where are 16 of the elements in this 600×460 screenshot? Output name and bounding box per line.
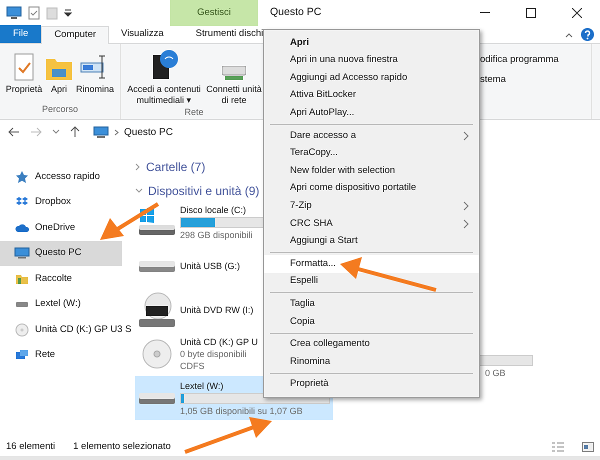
context-tab-title: Gestisci bbox=[170, 0, 258, 26]
drive-name: Disco locale (C:) bbox=[180, 204, 246, 216]
status-selection-count: 1 elemento selezionato bbox=[73, 440, 171, 454]
drive-details: 1,05 GB disponibili su 1,07 GB bbox=[180, 404, 303, 416]
window-title: Questo PC bbox=[270, 5, 322, 20]
drive-name: Unità DVD RW (I:) bbox=[180, 304, 254, 316]
ribbon-group-label: Rete bbox=[184, 106, 204, 119]
drive-details: 0 byte disponibili bbox=[180, 348, 247, 360]
status-item-count: 16 elementi bbox=[6, 440, 56, 454]
drive-details: CDFS bbox=[180, 360, 204, 372]
drive-name: Unità USB (G:) bbox=[180, 260, 240, 272]
ribbon-group-label: Percorso bbox=[42, 102, 78, 116]
drive-name: Unità CD (K:) GP U bbox=[180, 336, 258, 348]
drive-details: 0 GB bbox=[485, 367, 506, 379]
drive-name: Lextel (W:) bbox=[180, 380, 224, 392]
drive-details: 298 GB disponibili bbox=[180, 228, 253, 240]
